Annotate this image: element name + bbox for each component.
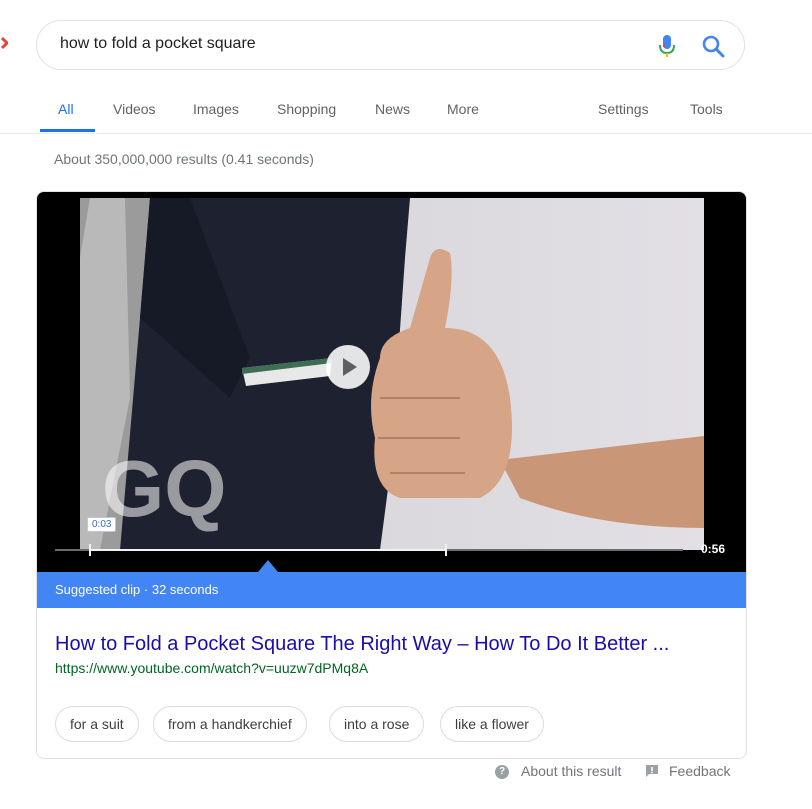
chip-like-a-flower[interactable]: like a flower xyxy=(440,706,544,742)
video-result-card: GQ 0:03 0:56 Suggested clip · 32 seconds… xyxy=(36,191,747,759)
suggested-clip-label: Suggested clip · 32 seconds xyxy=(55,582,219,597)
active-tab-indicator xyxy=(40,129,95,132)
chip-for-a-suit[interactable]: for a suit xyxy=(55,706,139,742)
tab-tools[interactable]: Tools xyxy=(690,101,723,117)
feedback-link[interactable]: Feedback xyxy=(669,763,730,779)
suggested-clip-bar: Suggested clip · 32 seconds xyxy=(37,572,746,608)
chip-into-a-rose[interactable]: into a rose xyxy=(329,706,425,742)
result-url[interactable]: https://www.youtube.com/watch?v=uuzw7dPM… xyxy=(55,660,368,676)
tab-images[interactable]: Images xyxy=(193,101,239,117)
tab-shopping[interactable]: Shopping xyxy=(277,101,336,117)
current-time-label: 0:03 xyxy=(87,517,117,532)
about-this-result-link[interactable]: About this result xyxy=(521,763,621,779)
feedback-icon[interactable] xyxy=(646,764,658,777)
video-player[interactable]: GQ 0:03 0:56 xyxy=(37,192,746,572)
clip-start-marker[interactable] xyxy=(89,544,91,556)
chip-from-a-handkerchief[interactable]: from a handkerchief xyxy=(153,706,307,742)
search-box[interactable]: how to fold a pocket square xyxy=(36,20,745,70)
tab-news[interactable]: News xyxy=(375,101,410,117)
play-icon[interactable] xyxy=(326,345,370,389)
result-title-link[interactable]: How to Fold a Pocket Square The Right Wa… xyxy=(55,633,669,656)
suggested-clip-range[interactable] xyxy=(89,549,446,551)
gq-watermark: GQ xyxy=(102,444,226,533)
result-stats: About 350,000,000 results (0.41 seconds) xyxy=(54,151,314,167)
video-thumbnail[interactable]: GQ xyxy=(80,198,704,550)
logo-fragment[interactable] xyxy=(0,36,8,50)
tab-videos[interactable]: Videos xyxy=(113,101,156,117)
clip-pointer xyxy=(258,560,278,572)
help-icon[interactable]: ? xyxy=(495,765,509,779)
tab-settings[interactable]: Settings xyxy=(598,101,649,117)
tab-more[interactable]: More xyxy=(447,101,479,117)
search-icon[interactable] xyxy=(700,33,726,59)
mic-icon[interactable] xyxy=(655,33,679,59)
search-input[interactable]: how to fold a pocket square xyxy=(60,35,256,53)
tab-all[interactable]: All xyxy=(58,101,74,117)
clip-end-marker[interactable] xyxy=(445,544,447,556)
video-duration: 0:56 xyxy=(701,542,726,556)
tabs-divider xyxy=(0,133,812,134)
